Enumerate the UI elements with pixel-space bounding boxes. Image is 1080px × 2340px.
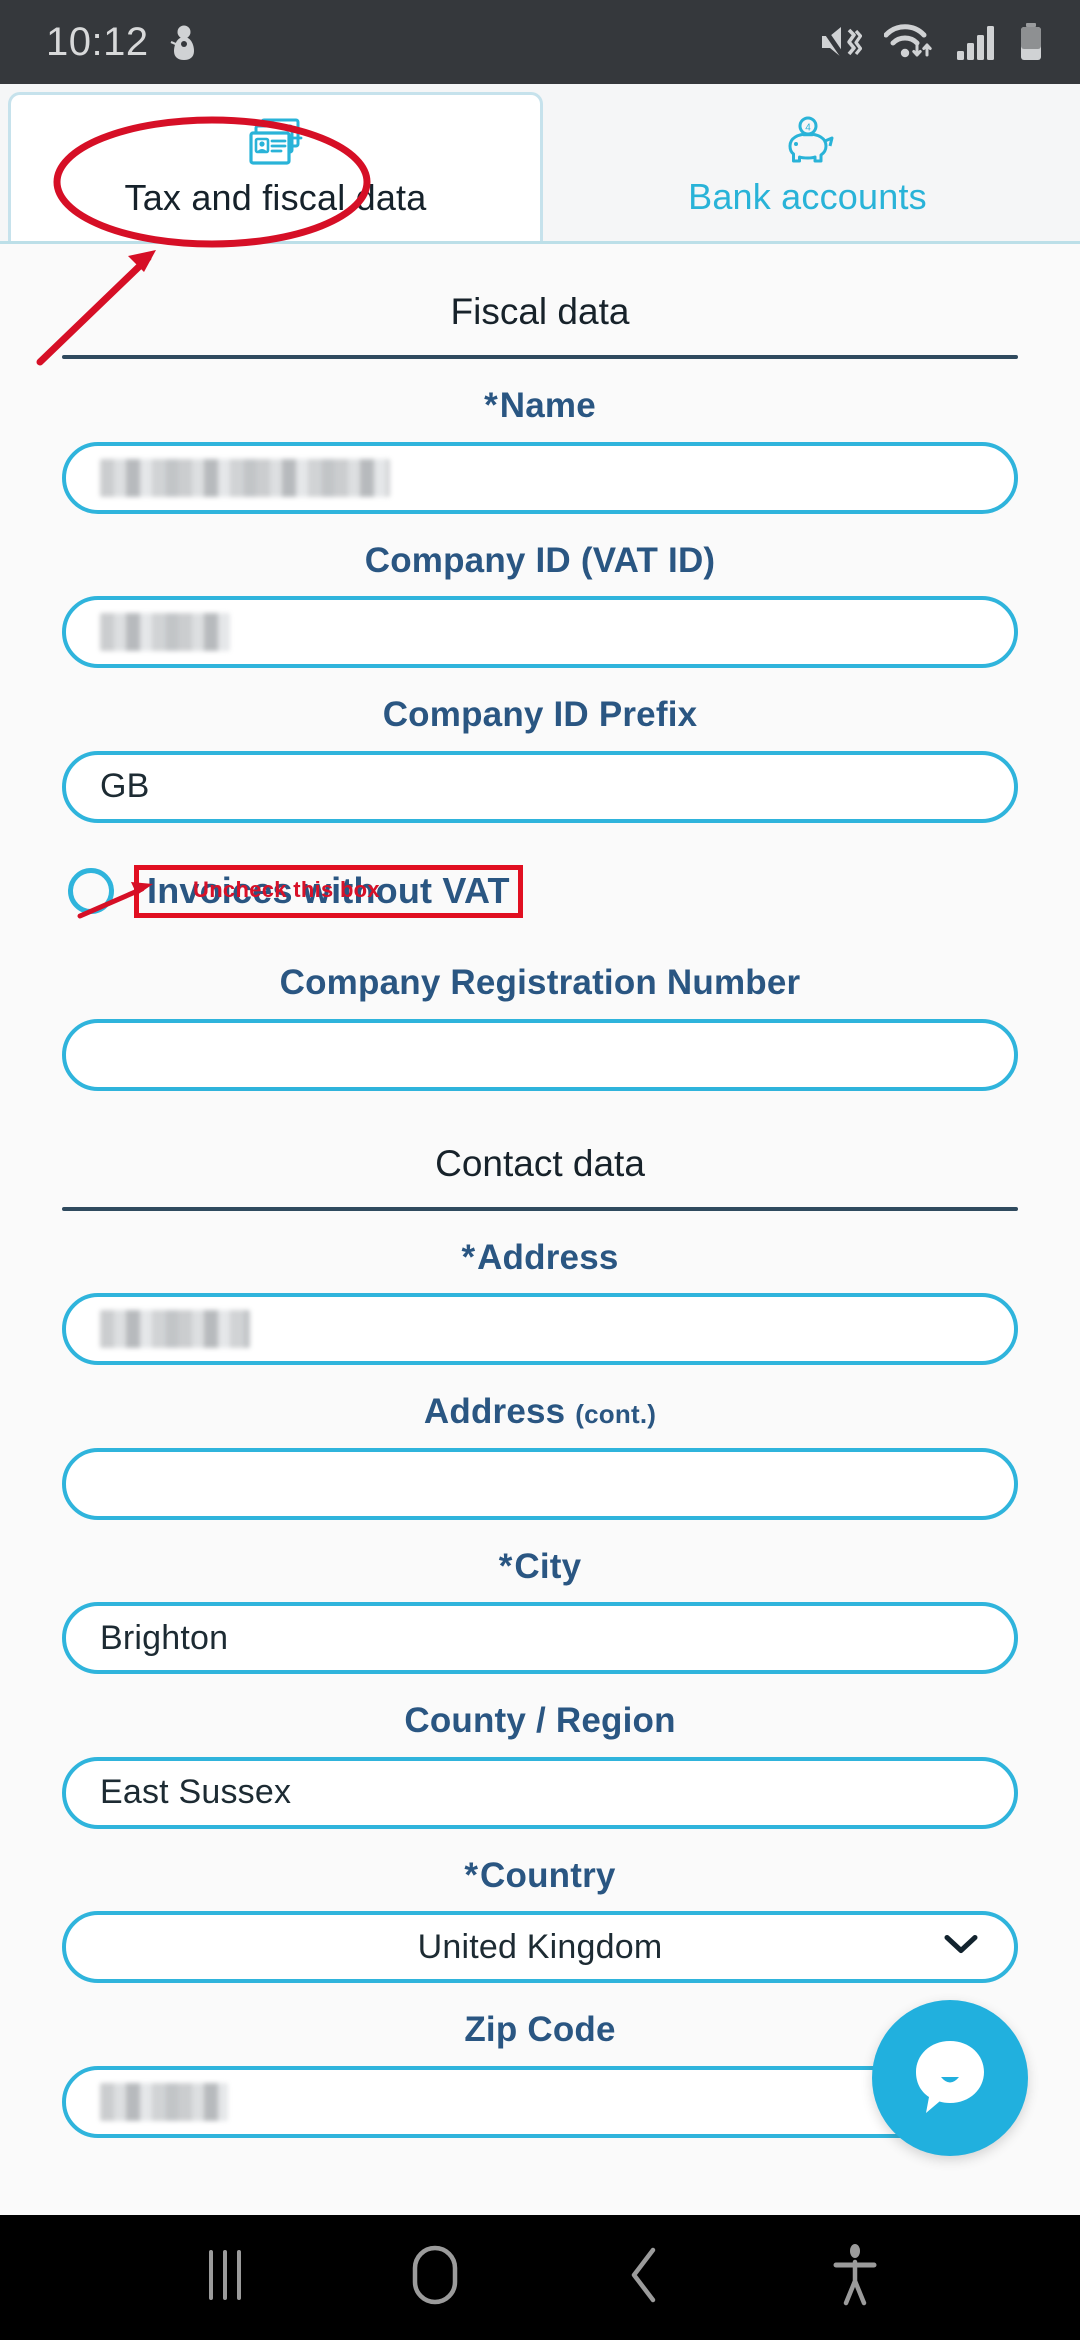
input-value: GB (100, 767, 150, 805)
signal-bars-icon (956, 23, 996, 61)
checkbox-invoices-without-vat[interactable] (68, 868, 114, 915)
input-address[interactable] (62, 1293, 1018, 1366)
field-company-id-prefix: Company ID Prefix GB (62, 695, 1018, 823)
redacted-value (100, 458, 390, 497)
section-divider (62, 1206, 1018, 1211)
field-address-cont: Address (cont.) (62, 1393, 1018, 1520)
input-company-registration-number[interactable] (62, 1018, 1018, 1091)
field-label-name: *Name (484, 386, 596, 425)
input-company-id-prefix[interactable]: GB (62, 750, 1018, 823)
field-label-vat-id: Company ID (VAT ID) (364, 540, 716, 580)
required-asterisk: * (498, 1546, 515, 1586)
redacted-value (100, 613, 230, 651)
field-label-company-id-prefix: Company ID Prefix (382, 695, 698, 734)
input-value: East Sussex (100, 1773, 292, 1812)
field-label-address-cont: Address (cont.) (423, 1392, 657, 1432)
input-name[interactable] (62, 441, 1018, 514)
status-clock: 10:12 (46, 20, 149, 64)
accessibility-button[interactable] (800, 2223, 910, 2333)
status-bar-right (818, 22, 1044, 62)
input-vat-id[interactable] (62, 596, 1018, 668)
field-company-registration-number: Company Registration Number (62, 964, 1018, 1091)
snowman-icon (169, 23, 199, 61)
redacted-value (100, 1310, 250, 1349)
wifi-icon (884, 22, 934, 62)
tab-bank-accounts[interactable]: 4 Bank accounts (543, 92, 1072, 241)
chat-bubble-icon (908, 2033, 992, 2124)
select-value: United Kingdom (417, 1927, 663, 1966)
required-asterisk: * (484, 386, 500, 425)
annotation-uncheck-note: Uncheck this box (193, 877, 380, 902)
chat-support-button[interactable] (872, 2000, 1028, 2156)
input-city[interactable]: Brighton (62, 1602, 1018, 1675)
field-label-county-region: County / Region (404, 1701, 676, 1741)
select-country[interactable]: United Kingdom (62, 1911, 1018, 1984)
home-button[interactable] (380, 2223, 490, 2333)
input-county-region[interactable]: East Sussex (62, 1756, 1018, 1829)
accessibility-icon (831, 2243, 879, 2312)
tab-bar: Tax and fiscal data 4 Bank accounts (0, 84, 1080, 244)
tab-label: Tax and fiscal data (124, 177, 427, 218)
field-label-company-registration-number: Company Registration Number (279, 963, 801, 1003)
input-value: Brighton (100, 1618, 229, 1657)
android-nav-bar (0, 2215, 1080, 2340)
field-label-zip-code: Zip Code (464, 2010, 616, 2050)
back-icon (625, 2245, 665, 2310)
required-asterisk: * (461, 1237, 478, 1277)
back-button[interactable] (590, 2223, 700, 2333)
section-title-fiscal-data: Fiscal data (450, 291, 630, 332)
field-label-city: *City (498, 1546, 582, 1586)
section-title-contact-data: Contact data (435, 1142, 645, 1184)
field-city: *City Brighton (62, 1546, 1018, 1675)
field-vat-id: Company ID (VAT ID) (62, 540, 1018, 668)
battery-icon (1018, 22, 1044, 62)
recents-button[interactable] (170, 2223, 280, 2333)
section-divider (62, 355, 1018, 359)
input-address-cont[interactable] (62, 1447, 1018, 1520)
chevron-down-icon[interactable] (944, 1934, 978, 1961)
field-name: *Name (62, 386, 1018, 514)
field-county-region: County / Region East Sussex (62, 1702, 1018, 1829)
field-address: *Address (62, 1237, 1018, 1366)
phone-screen: 10:12 Tax and fiscal data 4 Bank account… (0, 0, 1080, 2340)
tab-label: Bank accounts (688, 175, 927, 217)
piggy-bank-icon: 4 (780, 116, 836, 168)
redacted-value (100, 2082, 228, 2121)
label-suffix: (cont.) (575, 1399, 657, 1430)
mute-vibrate-icon (818, 22, 862, 62)
field-country: *Country United Kingdom (62, 1855, 1018, 1984)
svg-text:4: 4 (805, 122, 811, 133)
status-bar-left: 10:12 (46, 22, 199, 62)
status-bar: 10:12 (0, 0, 1080, 84)
field-label-country: *Country (464, 1855, 616, 1895)
required-asterisk: * (464, 1855, 481, 1895)
field-label-address: *Address (461, 1237, 619, 1277)
form-content: Fiscal data *Name Company ID (VAT ID) Co… (0, 247, 1080, 2215)
home-icon (409, 2243, 461, 2312)
id-card-document-icon (248, 117, 304, 169)
tab-tax-and-fiscal-data[interactable]: Tax and fiscal data (8, 92, 543, 241)
recents-icon (199, 2246, 251, 2309)
